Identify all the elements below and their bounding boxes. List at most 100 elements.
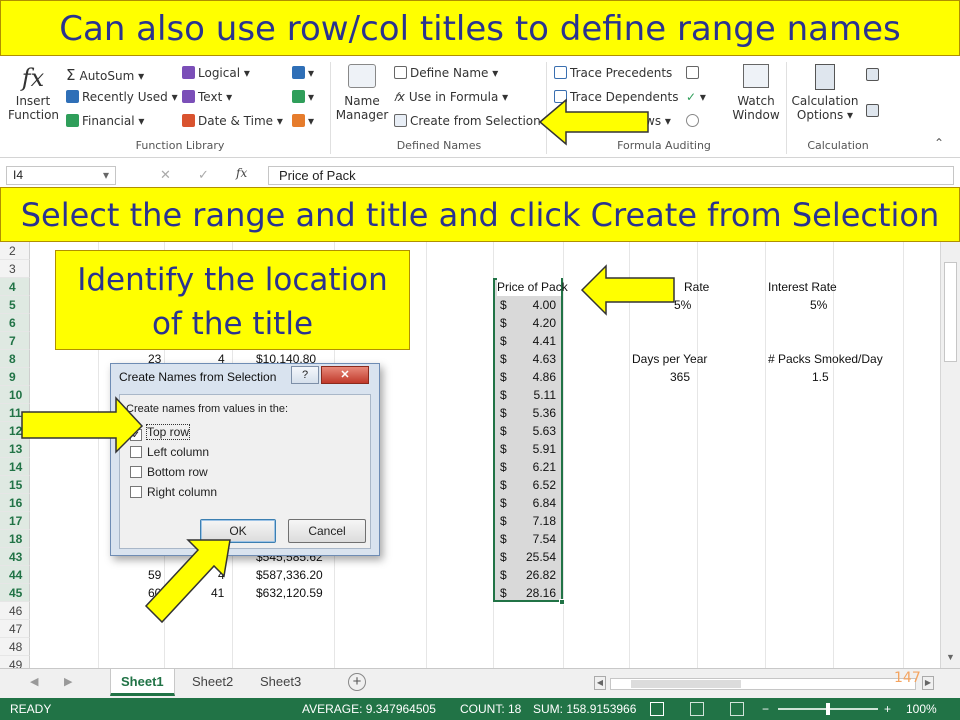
lookup-button[interactable]: ▾ (292, 66, 314, 80)
formula-input[interactable]: Price of Pack (268, 166, 954, 185)
price-cell[interactable]: 25.54 (512, 548, 556, 566)
close-button[interactable]: ✕ (321, 366, 369, 384)
price-cell[interactable]: 28.16 (512, 584, 556, 602)
tab-sheet1[interactable]: Sheet1 (110, 669, 175, 696)
text-button[interactable]: Text ▾ (182, 90, 232, 104)
price-cell[interactable]: 26.82 (512, 566, 556, 584)
define-name-button[interactable]: Define Name ▾ (394, 66, 498, 80)
row-header[interactable]: 15 (0, 476, 30, 494)
row-header[interactable]: 9 (0, 368, 30, 386)
vertical-scrollbar[interactable]: ▼ (940, 242, 960, 668)
days-per-year-label-cell[interactable]: Days per Year (632, 350, 707, 368)
option-right-column[interactable]: Right column (130, 485, 217, 499)
option-bottom-row[interactable]: Bottom row (130, 465, 208, 479)
row-header[interactable]: 16 (0, 494, 30, 512)
row-header[interactable]: 3 (0, 260, 30, 278)
row44-cell[interactable]: 59 (148, 566, 161, 584)
price-cell[interactable]: 4.63 (512, 350, 556, 368)
zoom-slider[interactable] (778, 703, 878, 715)
hscroll-thumb[interactable] (631, 680, 741, 688)
enter-icon[interactable]: ✓ (198, 167, 209, 183)
checkbox[interactable] (130, 466, 142, 478)
cancel-icon[interactable]: ✕ (160, 167, 171, 183)
price-cell[interactable]: 5.63 (512, 422, 556, 440)
rate-value-cell[interactable]: 5% (674, 296, 691, 314)
help-button[interactable]: ? (291, 366, 319, 384)
row-header[interactable]: 12 (0, 422, 30, 440)
fill-handle[interactable] (559, 599, 565, 605)
trace-dependents-button[interactable]: Trace Dependents (554, 90, 678, 104)
row-header[interactable]: 45 (0, 584, 30, 602)
packs-label-cell[interactable]: # Packs Smoked/Day (768, 350, 883, 368)
tab-sheet3[interactable]: Sheet3 (250, 669, 311, 696)
normal-view-icon[interactable] (650, 702, 664, 716)
page-layout-icon[interactable] (690, 702, 704, 716)
page-break-icon[interactable] (730, 702, 744, 716)
scroll-left-icon[interactable]: ◀ (30, 675, 38, 688)
row44-cell[interactable]: $587,336.20 (256, 566, 323, 584)
tab-sheet2[interactable]: Sheet2 (182, 669, 243, 696)
add-sheet-icon[interactable]: + (348, 673, 366, 691)
row-header[interactable]: 46 (0, 602, 30, 620)
zoom-in-icon[interactable]: + (884, 698, 891, 720)
price-cell[interactable]: 5.91 (512, 440, 556, 458)
row45-cell[interactable]: $632,120.59 (256, 584, 323, 602)
horizontal-scrollbar[interactable] (610, 678, 916, 690)
recently-used-button[interactable]: Recently Used ▾ (66, 90, 178, 104)
price-cell[interactable]: 7.18 (512, 512, 556, 530)
calculate-now-icon[interactable] (866, 68, 882, 82)
row44-cell[interactable]: 4 (218, 566, 225, 584)
zoom-out-icon[interactable]: − (762, 698, 769, 720)
autosum-button[interactable]: Σ AutoSum ▾ (66, 66, 144, 84)
calculate-sheet-icon[interactable] (866, 104, 882, 118)
price-cell[interactable]: 4.86 (512, 368, 556, 386)
price-cell[interactable]: 5.36 (512, 404, 556, 422)
price-cell[interactable]: 6.84 (512, 494, 556, 512)
interest-rate-label-cell[interactable]: Interest Rate (768, 278, 837, 296)
checkbox[interactable] (130, 486, 142, 498)
packs-value-cell[interactable]: 1.5 (812, 368, 829, 386)
row-header[interactable]: 4 (0, 278, 30, 296)
row-header[interactable]: 6 (0, 314, 30, 332)
price-cell[interactable]: 7.54 (512, 530, 556, 548)
price-header-cell[interactable]: Price of Pack (497, 278, 568, 296)
logical-button[interactable]: Logical ▾ (182, 66, 250, 80)
zoom-level[interactable]: 100% (906, 698, 937, 720)
insert-function-button[interactable]: fx Insert Function (8, 64, 59, 122)
show-formulas-icon[interactable] (686, 66, 702, 80)
row-header[interactable]: 5 (0, 296, 30, 314)
checkbox[interactable] (130, 446, 142, 458)
row-header[interactable]: 14 (0, 458, 30, 476)
row-header[interactable]: 10 (0, 386, 30, 404)
row45-cell[interactable]: 41 (211, 584, 224, 602)
insert-function-icon[interactable]: fx (236, 166, 247, 180)
name-manager-button[interactable]: Name Manager (334, 64, 390, 122)
use-in-formula-button[interactable]: 𝑓x Use in Formula ▾ (394, 90, 508, 105)
price-cell[interactable]: 4.41 (512, 332, 556, 350)
hscroll-right-icon[interactable]: ▶ (922, 676, 934, 690)
option-top-row[interactable]: ✓ Top row (130, 424, 191, 441)
scroll-thumb[interactable] (944, 262, 957, 362)
row45-cell[interactable]: 60 (148, 584, 161, 602)
price-cell[interactable]: 4.20 (512, 314, 556, 332)
checkbox[interactable]: ✓ (130, 429, 142, 441)
row-header[interactable]: 17 (0, 512, 30, 530)
row-header[interactable]: 7 (0, 332, 30, 350)
price-cell[interactable]: 6.21 (512, 458, 556, 476)
watch-window-button[interactable]: Watch Window (728, 64, 784, 122)
row-header[interactable]: 13 (0, 440, 30, 458)
zoom-slider-thumb[interactable] (826, 703, 830, 715)
evaluate-formula-icon[interactable] (686, 114, 702, 128)
row-header[interactable]: 48 (0, 638, 30, 656)
more-functions-button[interactable]: ▾ (292, 114, 314, 128)
row-header[interactable]: 18 (0, 530, 30, 548)
price-cell[interactable]: 5.11 (512, 386, 556, 404)
row-header[interactable]: 47 (0, 620, 30, 638)
error-checking-icon[interactable]: ✓ ▾ (686, 90, 706, 104)
price-cell[interactable]: 6.52 (512, 476, 556, 494)
scroll-right-icon[interactable]: ▶ (64, 675, 72, 688)
scroll-down-icon[interactable]: ▼ (946, 652, 955, 662)
calculation-options-button[interactable]: Calculation Options ▾ (790, 64, 860, 122)
row-header[interactable]: 44 (0, 566, 30, 584)
cancel-button[interactable]: Cancel (288, 519, 366, 543)
